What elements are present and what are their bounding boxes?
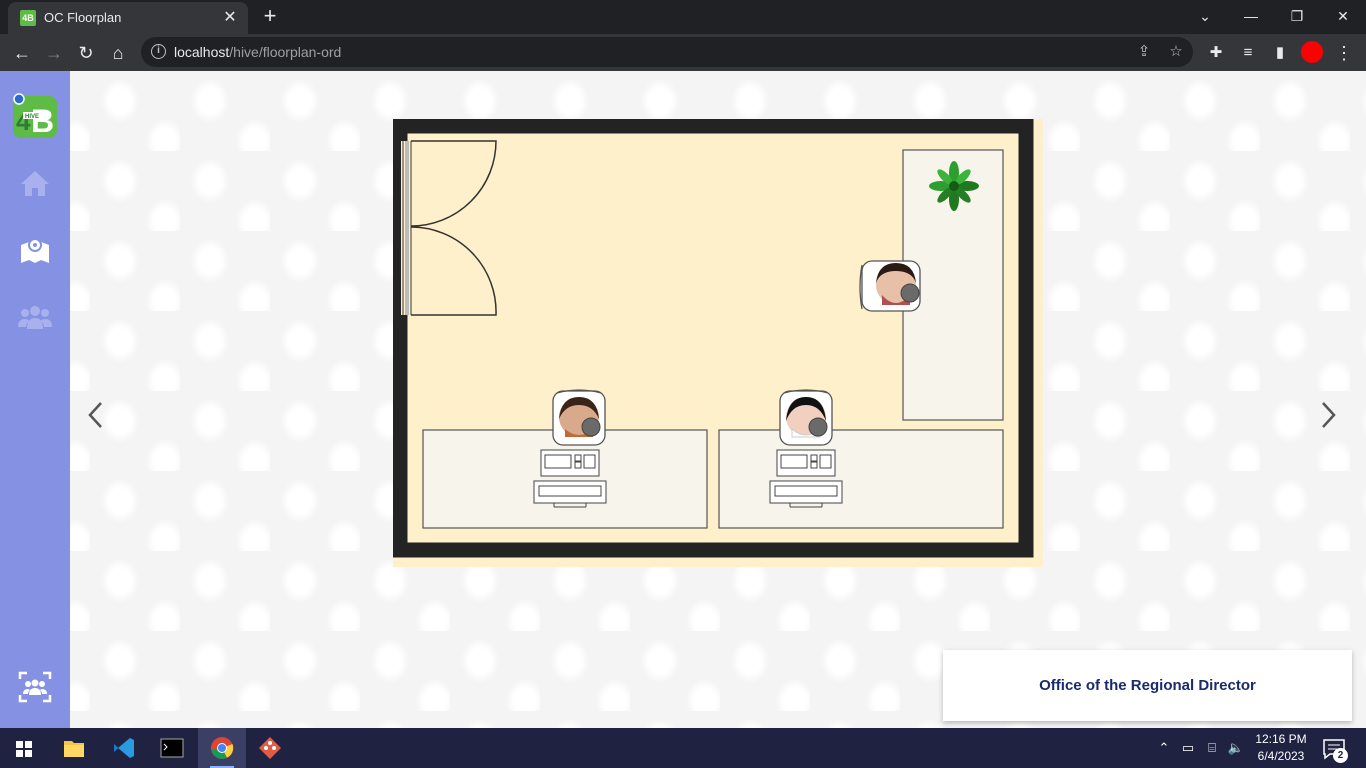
sidebar: 4 B HIVE [0, 71, 70, 728]
map-location-icon[interactable] [17, 233, 53, 269]
chrome-icon [211, 737, 234, 759]
team-scan-icon[interactable] [17, 669, 53, 705]
tray-overflow-icon[interactable]: ⌃ [1154, 738, 1174, 758]
occupant-seat-right[interactable] [859, 260, 921, 312]
office-title: Office of the Regional Director [1039, 677, 1256, 694]
next-arrow-icon[interactable] [1316, 399, 1340, 431]
file-explorer-icon[interactable] [50, 728, 98, 768]
svg-text:HIVE: HIVE [25, 114, 39, 120]
start-windows-icon[interactable] [0, 728, 48, 768]
clock-time: 12:16 PM [1255, 732, 1307, 746]
side-panel-icon[interactable]: ▮ [1267, 40, 1293, 66]
chrome-taskbar-button[interactable] [198, 728, 246, 768]
svg-text:B: B [31, 103, 54, 139]
new-tab-button[interactable]: + [258, 4, 282, 28]
terminal-icon[interactable] [148, 728, 196, 768]
browser-tabstrip: 4B OC Floorplan ✕ + ⌄ — ❐ ✕ [0, 0, 1366, 34]
floorplan-drawing [393, 119, 1034, 558]
page-content: 4 B HIVE Office of the Regional Director [0, 71, 1366, 728]
office-card: Office of the Regional Director [943, 650, 1352, 721]
extensions-icon[interactable]: ✚ [1203, 40, 1229, 66]
back-button[interactable]: ← [9, 40, 35, 66]
close-window-button[interactable]: ✕ [1320, 0, 1366, 32]
profile-avatar[interactable] [1301, 41, 1323, 63]
minimize-button[interactable]: — [1228, 0, 1274, 32]
bookmark-star-icon[interactable]: ☆ [1166, 42, 1186, 62]
clock-date: 6/4/2023 [1257, 749, 1305, 763]
battery-icon[interactable]: ▭ [1178, 738, 1198, 758]
tab-search-icon[interactable]: ⌄ [1182, 0, 1228, 32]
site-info-icon[interactable]: i [151, 44, 166, 59]
network-icon[interactable]: ⌸ [1202, 738, 1222, 758]
home-button[interactable]: ⌂ [105, 40, 131, 66]
tab-favicon-icon: 4B [20, 10, 36, 26]
hive-logo[interactable]: 4 B HIVE [11, 92, 59, 140]
previous-arrow-icon[interactable] [84, 399, 108, 431]
desk-right [718, 429, 1004, 529]
floorplan [393, 119, 1043, 567]
address-bar[interactable]: i localhost/hive/floorplan-ord ⇪ ☆ [141, 37, 1193, 67]
occupant-seat-right-desk[interactable] [779, 389, 833, 446]
menu-kebab-icon[interactable]: ⋮ [1331, 40, 1357, 66]
forward-button[interactable]: → [41, 40, 67, 66]
door-swing-icon [410, 140, 497, 316]
browser-tab[interactable]: 4B OC Floorplan ✕ [8, 2, 248, 34]
svg-text:4: 4 [16, 106, 31, 136]
vscode-icon[interactable] [100, 728, 148, 768]
media-control-icon[interactable]: ≡ [1235, 40, 1261, 66]
notification-count-badge: 2 [1333, 748, 1348, 763]
users-icon[interactable] [17, 299, 53, 335]
volume-icon[interactable]: 🔈 [1226, 738, 1246, 758]
tab-close-icon[interactable]: ✕ [220, 8, 240, 28]
taskbar-clock[interactable]: 12:16 PM 6/4/2023 [1248, 731, 1314, 765]
home-icon[interactable] [17, 166, 53, 202]
share-icon[interactable]: ⇪ [1134, 42, 1154, 62]
git-client-icon[interactable] [246, 728, 294, 768]
occupant-seat-left[interactable] [552, 389, 606, 446]
windows-taskbar: ⌃ ▭ ⌸ 🔈 12:16 PM 6/4/2023 2 [0, 728, 1366, 768]
restore-button[interactable]: ❐ [1274, 0, 1320, 32]
url-text: localhost/hive/floorplan-ord [174, 44, 342, 60]
tab-title: OC Floorplan [44, 10, 122, 25]
browser-toolbar: ← → ↻ ⌂ i localhost/hive/floorplan-ord ⇪… [0, 34, 1366, 71]
reload-button[interactable]: ↻ [73, 40, 99, 66]
